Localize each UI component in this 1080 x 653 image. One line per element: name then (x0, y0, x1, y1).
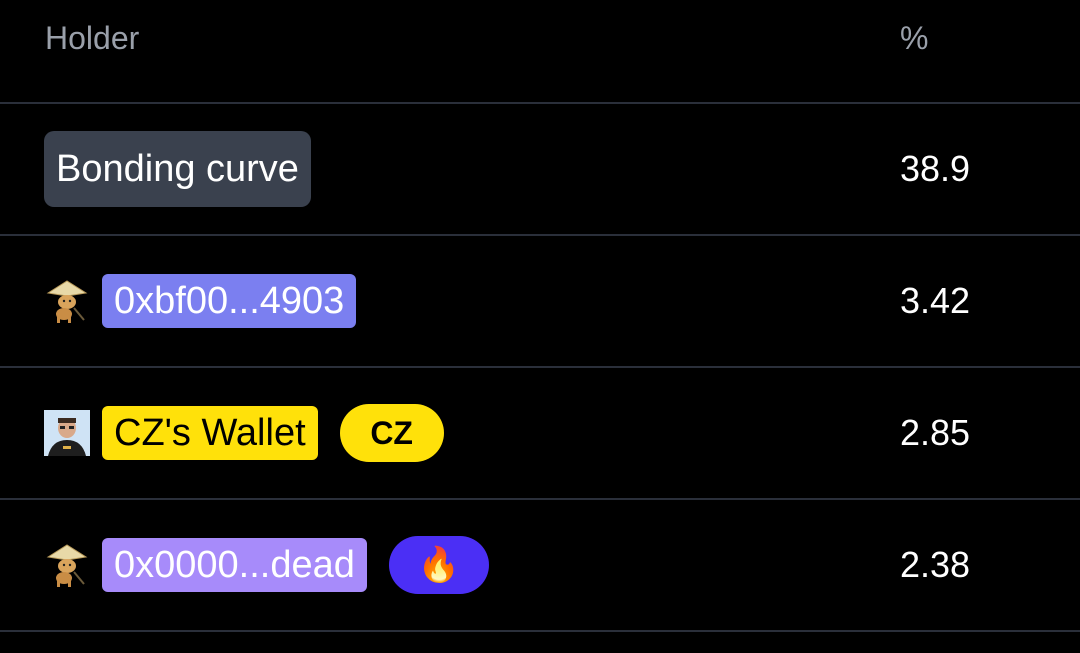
column-header-holder: Holder (45, 20, 140, 56)
table-row: Bonding curve 38.9 (0, 104, 1080, 236)
cat-hat-avatar-icon (44, 278, 90, 324)
column-header-percent: % (900, 20, 929, 56)
holder-cell: CZ's Wallet CZ (44, 368, 444, 498)
percent-cell: 2.85 (900, 412, 971, 453)
holder-cell: 0x0000...dead 🔥 (44, 500, 489, 630)
holder-cell: 0xbf00...4903 (44, 236, 357, 366)
person-photo-avatar (44, 410, 90, 456)
holder-address-link[interactable]: 0x0000...dead (102, 538, 367, 592)
table-row: 0xbf00...4903 3.42 (0, 236, 1080, 368)
percent-cell: 38.9 (900, 148, 971, 189)
cat-hat-avatar-icon (44, 542, 90, 588)
fire-icon: 🔥 (388, 536, 489, 594)
percent-cell: 3.42 (900, 280, 971, 321)
percent-cell: 2.38 (900, 544, 971, 585)
table-row: CZ's Wallet CZ 2.85 (0, 368, 1080, 500)
holders-table: Holder % Bonding curve 38.9 0xbf00...490… (0, 0, 1080, 653)
holder-cell: Bonding curve (44, 104, 311, 234)
table-row: 0x0000...dead 🔥 2.38 (0, 500, 1080, 632)
bonding-curve-tag: Bonding curve (44, 131, 311, 207)
cz-badge: CZ (339, 404, 444, 462)
holder-address-link[interactable]: 0xbf00...4903 (102, 274, 357, 328)
table-header: Holder % (0, 0, 1080, 104)
holder-address-link[interactable]: CZ's Wallet (102, 406, 318, 460)
